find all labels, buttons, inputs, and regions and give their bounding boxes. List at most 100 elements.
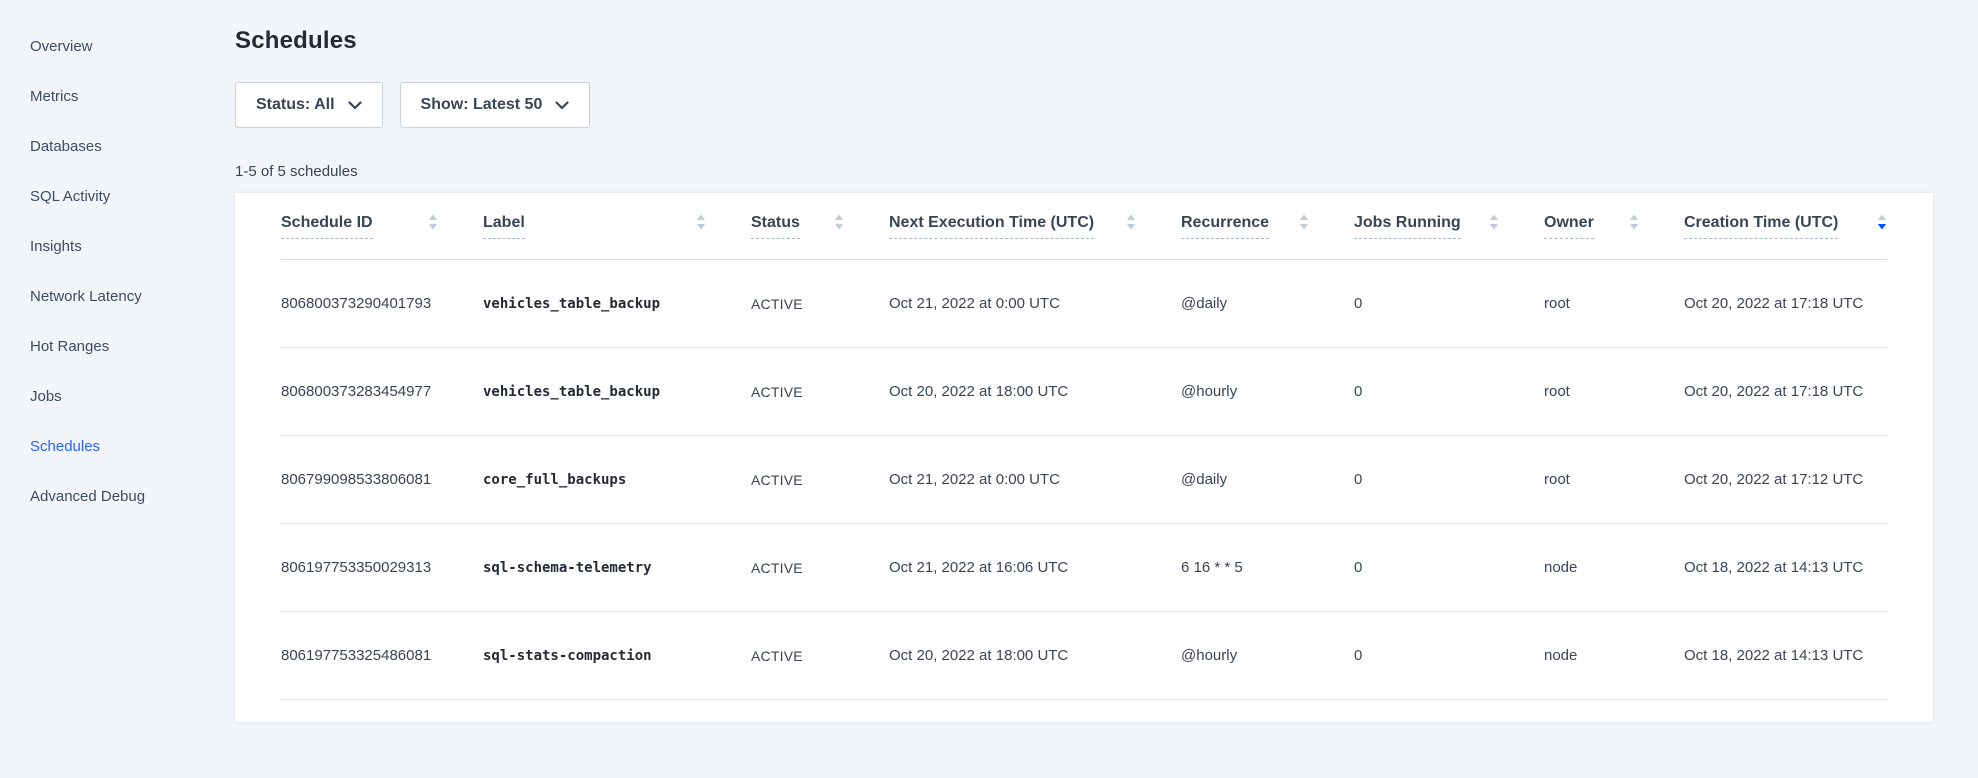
chevron-down-icon xyxy=(555,97,569,115)
creation-time-cell: Oct 20, 2022 at 17:18 UTC xyxy=(1684,295,1887,312)
sort-icon[interactable] xyxy=(1489,214,1499,235)
recurrence-cell: 6 16 * * 5 xyxy=(1181,559,1354,576)
column-header-label[interactable]: Status xyxy=(751,214,800,239)
column-header-label[interactable]: Recurrence xyxy=(1181,214,1269,239)
column-header: Next Execution Time (UTC) xyxy=(889,214,1181,239)
next-execution-cell: Oct 20, 2022 at 18:00 UTC xyxy=(889,647,1181,664)
sidebar-item-databases[interactable]: Databases xyxy=(0,121,235,171)
chevron-down-icon xyxy=(348,97,362,115)
table-row[interactable]: 806197753325486081 sql-stats-compaction … xyxy=(281,612,1887,700)
owner-cell: node xyxy=(1544,559,1684,576)
status-cell: ACTIVE xyxy=(751,296,889,312)
sidebar-item-overview[interactable]: Overview xyxy=(0,21,235,71)
schedule-label-cell: core_full_backups xyxy=(483,472,751,488)
page-title: Schedules xyxy=(235,27,1933,55)
sort-icon[interactable] xyxy=(1629,214,1639,235)
sidebar-item-network-latency[interactable]: Network Latency xyxy=(0,271,235,321)
creation-time-cell: Oct 18, 2022 at 14:13 UTC xyxy=(1684,559,1887,576)
sidebar-item-label: Overview xyxy=(30,38,93,55)
column-header-label[interactable]: Owner xyxy=(1544,214,1594,239)
creation-time-cell: Oct 18, 2022 at 14:13 UTC xyxy=(1684,647,1887,664)
recurrence-cell: @daily xyxy=(1181,471,1354,488)
column-header-label[interactable]: Jobs Running xyxy=(1354,214,1461,239)
show-limit-dropdown[interactable]: Show: Latest 50 xyxy=(400,82,591,128)
status-cell: ACTIVE xyxy=(751,384,889,400)
schedule-id-cell: 806800373290401793 xyxy=(281,295,483,312)
table-row[interactable]: 806197753350029313 sql-schema-telemetry … xyxy=(281,524,1887,612)
show-limit-label: Show: Latest 50 xyxy=(421,96,543,114)
sidebar-item-label: Insights xyxy=(30,238,82,255)
sidebar-item-label: Hot Ranges xyxy=(30,338,109,355)
sort-icon[interactable] xyxy=(1299,214,1309,235)
column-header: Label xyxy=(483,214,751,239)
column-header-label[interactable]: Schedule ID xyxy=(281,214,373,239)
column-header: Schedule ID xyxy=(281,214,483,239)
sidebar-item-label: SQL Activity xyxy=(30,188,110,205)
table-body: 806800373290401793 vehicles_table_backup… xyxy=(281,260,1887,700)
status-cell: ACTIVE xyxy=(751,648,889,664)
sort-icon[interactable] xyxy=(834,214,844,235)
main-content: Schedules Status: All Show: Latest 50 1-… xyxy=(235,0,1933,722)
jobs-running-cell: 0 xyxy=(1354,559,1544,576)
schedule-label-cell: vehicles_table_backup xyxy=(483,384,751,400)
filter-bar: Status: All Show: Latest 50 xyxy=(235,82,1933,128)
sort-icon[interactable] xyxy=(696,214,706,235)
table-row[interactable]: 806799098533806081 core_full_backups ACT… xyxy=(281,436,1887,524)
recurrence-cell: @hourly xyxy=(1181,383,1354,400)
owner-cell: root xyxy=(1544,383,1684,400)
sidebar-item-metrics[interactable]: Metrics xyxy=(0,71,235,121)
sidebar-item-label: Databases xyxy=(30,138,102,155)
status-cell: ACTIVE xyxy=(751,560,889,576)
jobs-running-cell: 0 xyxy=(1354,647,1544,664)
creation-time-cell: Oct 20, 2022 at 17:12 UTC xyxy=(1684,471,1887,488)
sidebar-item-jobs[interactable]: Jobs xyxy=(0,371,235,421)
schedule-id-cell: 806799098533806081 xyxy=(281,471,483,488)
sidebar-item-sql-activity[interactable]: SQL Activity xyxy=(0,171,235,221)
recurrence-cell: @daily xyxy=(1181,295,1354,312)
recurrence-cell: @hourly xyxy=(1181,647,1354,664)
column-header: Status xyxy=(751,214,889,239)
column-header: Owner xyxy=(1544,214,1684,239)
schedule-id-cell: 806197753350029313 xyxy=(281,559,483,576)
sidebar-item-label: Jobs xyxy=(30,388,62,405)
sidebar-item-label: Metrics xyxy=(30,88,78,105)
sort-icon[interactable] xyxy=(1877,214,1887,235)
sidebar-item-label: Schedules xyxy=(30,438,100,455)
schedule-id-cell: 806197753325486081 xyxy=(281,647,483,664)
owner-cell: node xyxy=(1544,647,1684,664)
schedule-id-cell: 806800373283454977 xyxy=(281,383,483,400)
column-header-label[interactable]: Next Execution Time (UTC) xyxy=(889,214,1094,239)
jobs-running-cell: 0 xyxy=(1354,295,1544,312)
column-header: Recurrence xyxy=(1181,214,1354,239)
next-execution-cell: Oct 20, 2022 at 18:00 UTC xyxy=(889,383,1181,400)
status-filter-dropdown[interactable]: Status: All xyxy=(235,82,383,128)
sort-icon[interactable] xyxy=(428,214,438,235)
schedule-label-cell: vehicles_table_backup xyxy=(483,296,751,312)
owner-cell: root xyxy=(1544,471,1684,488)
schedule-label-cell: sql-stats-compaction xyxy=(483,648,751,664)
jobs-running-cell: 0 xyxy=(1354,383,1544,400)
sidebar-item-schedules[interactable]: Schedules xyxy=(0,421,235,471)
results-count: 1-5 of 5 schedules xyxy=(235,163,1933,180)
column-header-label[interactable]: Creation Time (UTC) xyxy=(1684,214,1838,239)
creation-time-cell: Oct 20, 2022 at 17:18 UTC xyxy=(1684,383,1887,400)
table-row[interactable]: 806800373290401793 vehicles_table_backup… xyxy=(281,260,1887,348)
column-header-label[interactable]: Label xyxy=(483,214,525,239)
schedules-table-card: Schedule ID Label Status xyxy=(235,193,1933,722)
jobs-running-cell: 0 xyxy=(1354,471,1544,488)
next-execution-cell: Oct 21, 2022 at 0:00 UTC xyxy=(889,471,1181,488)
next-execution-cell: Oct 21, 2022 at 0:00 UTC xyxy=(889,295,1181,312)
owner-cell: root xyxy=(1544,295,1684,312)
next-execution-cell: Oct 21, 2022 at 16:06 UTC xyxy=(889,559,1181,576)
column-header: Jobs Running xyxy=(1354,214,1544,239)
sort-icon[interactable] xyxy=(1126,214,1136,235)
status-filter-label: Status: All xyxy=(256,96,335,114)
sidebar-item-advanced-debug[interactable]: Advanced Debug xyxy=(0,471,235,521)
sidebar-item-insights[interactable]: Insights xyxy=(0,221,235,271)
table-row[interactable]: 806800373283454977 vehicles_table_backup… xyxy=(281,348,1887,436)
status-cell: ACTIVE xyxy=(751,472,889,488)
schedule-label-cell: sql-schema-telemetry xyxy=(483,560,751,576)
column-header: Creation Time (UTC) xyxy=(1684,214,1887,239)
sidebar-item-label: Advanced Debug xyxy=(30,488,145,505)
sidebar-item-hot-ranges[interactable]: Hot Ranges xyxy=(0,321,235,371)
